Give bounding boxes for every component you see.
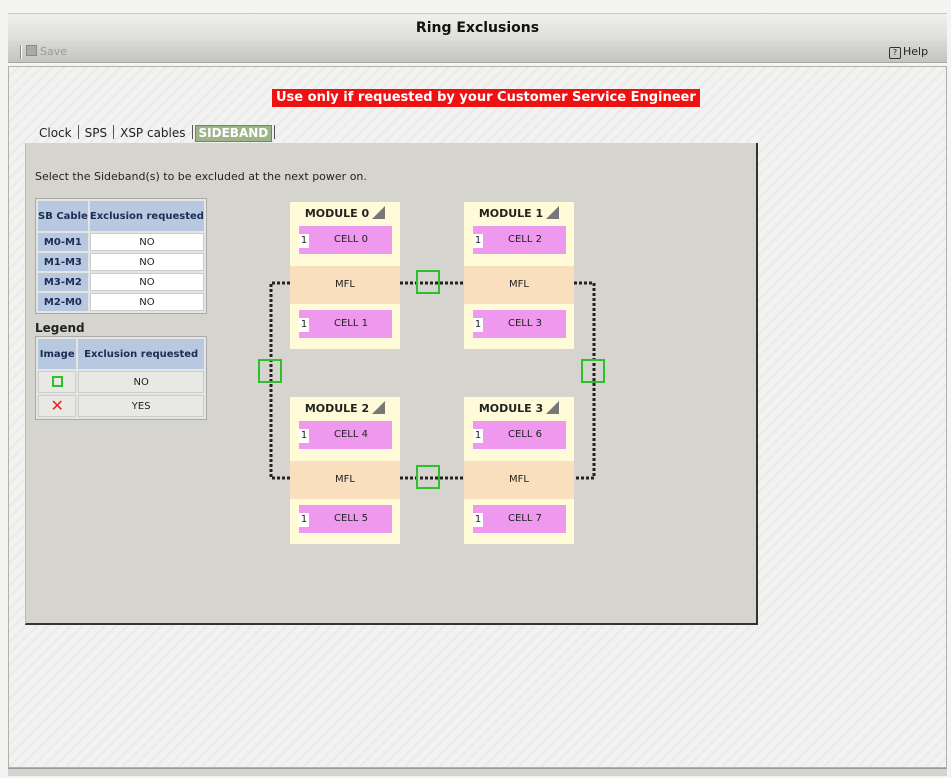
module-3: MODULE 3 1 CELL 6 MFL 1 CELL 7	[464, 397, 574, 544]
table-row: NO	[38, 371, 204, 393]
cell-count: 1	[473, 318, 483, 332]
table-row: ✕ YES	[38, 395, 204, 417]
cell-label: CELL 6	[508, 429, 542, 440]
sb-cable-label: M3-M2	[38, 273, 88, 291]
red-x-icon: ✕	[50, 395, 64, 415]
tab-sps[interactable]: SPS	[81, 124, 111, 142]
toolbar-separator	[20, 45, 22, 59]
mfl-block: MFL	[290, 461, 400, 499]
module-triangle-icon	[372, 206, 386, 219]
cell-2[interactable]: 1 CELL 2	[473, 226, 566, 254]
cell-3[interactable]: 1 CELL 3	[473, 310, 566, 338]
module-header: MODULE 3	[464, 401, 574, 415]
tab-separator	[77, 125, 79, 139]
cell-label: CELL 3	[508, 318, 542, 329]
table-row: M2-M0 NO	[38, 293, 204, 311]
legend-title: Legend	[35, 321, 85, 335]
legend-exclusion-value: NO	[78, 371, 204, 393]
column-header-exclusion: Exclusion requested	[78, 339, 204, 369]
cell-count: 1	[299, 429, 309, 443]
help-label: Help	[903, 45, 929, 58]
tab-bar: Clock SPS XSP cables SIDEBAND	[35, 124, 277, 144]
sideband-toggle-m2-m0[interactable]	[258, 359, 282, 383]
save-button[interactable]: Save	[26, 43, 67, 61]
tab-sideband[interactable]: SIDEBAND	[194, 125, 273, 142]
sb-cable-table: SB Cable Exclusion requested M0-M1 NO M1…	[35, 198, 207, 314]
sb-cable-label: M0-M1	[38, 233, 88, 251]
cell-count: 1	[299, 234, 309, 248]
warning-banner: Use only if requested by your Customer S…	[272, 89, 700, 107]
cell-label: CELL 0	[334, 234, 368, 245]
cell-count: 1	[473, 234, 483, 248]
help-button[interactable]: ? Help	[889, 43, 928, 61]
mfl-block: MFL	[290, 266, 400, 304]
module-1: MODULE 1 1 CELL 2 MFL 1 CELL 3	[464, 202, 574, 349]
sb-cable-label: M2-M0	[38, 293, 88, 311]
help-icon: ?	[889, 47, 901, 59]
table-row: M3-M2 NO	[38, 273, 204, 291]
cell-5[interactable]: 1 CELL 5	[299, 505, 392, 533]
cell-0[interactable]: 1 CELL 0	[299, 226, 392, 254]
save-icon	[26, 45, 37, 56]
exclusion-value[interactable]: NO	[89, 293, 204, 311]
cell-7[interactable]: 1 CELL 7	[473, 505, 566, 533]
status-bar	[8, 768, 947, 776]
green-square-icon	[51, 376, 63, 388]
tab-clock[interactable]: Clock	[35, 124, 76, 142]
exclusion-value[interactable]: NO	[89, 273, 204, 291]
sideband-toggle-m3-m2[interactable]	[416, 465, 440, 489]
tab-xsp-cables[interactable]: XSP cables	[116, 124, 189, 142]
table-row: M0-M1 NO	[38, 233, 204, 251]
module-header: MODULE 1	[464, 206, 574, 220]
module-header: MODULE 2	[290, 401, 400, 415]
tab-separator	[191, 125, 193, 139]
cell-6[interactable]: 1 CELL 6	[473, 421, 566, 449]
cell-count: 1	[473, 513, 483, 527]
sideband-toggle-m0-m1[interactable]	[416, 270, 440, 294]
cell-label: CELL 5	[334, 513, 368, 524]
column-header-exclusion: Exclusion requested	[89, 201, 204, 231]
cell-1[interactable]: 1 CELL 1	[299, 310, 392, 338]
cell-count: 1	[299, 318, 309, 332]
module-header: MODULE 0	[290, 206, 400, 220]
cell-label: CELL 7	[508, 513, 542, 524]
module-triangle-icon	[546, 401, 560, 414]
module-0: MODULE 0 1 CELL 0 MFL 1 CELL 1	[290, 202, 400, 349]
cell-label: CELL 4	[334, 429, 368, 440]
toolbar: Save ? Help	[8, 41, 947, 63]
tab-separator	[274, 125, 276, 139]
mfl-block: MFL	[464, 266, 574, 304]
legend-exclusion-value: YES	[78, 395, 204, 417]
cell-label: CELL 2	[508, 234, 542, 245]
instruction-text: Select the Sideband(s) to be excluded at…	[35, 170, 367, 183]
table-row: M1-M3 NO	[38, 253, 204, 271]
exclusion-value[interactable]: NO	[89, 233, 204, 251]
cell-count: 1	[473, 429, 483, 443]
module-triangle-icon	[546, 206, 560, 219]
sb-cable-label: M1-M3	[38, 253, 88, 271]
module-triangle-icon	[372, 401, 386, 414]
save-label: Save	[40, 45, 68, 58]
tab-separator	[113, 125, 115, 139]
sideband-toggle-m1-m3[interactable]	[581, 359, 605, 383]
column-header-sb-cable: SB Cable	[38, 201, 88, 231]
window-title: Ring Exclusions	[8, 13, 947, 41]
cell-label: CELL 1	[334, 318, 368, 329]
cell-4[interactable]: 1 CELL 4	[299, 421, 392, 449]
exclusion-value[interactable]: NO	[89, 253, 204, 271]
mfl-block: MFL	[464, 461, 574, 499]
column-header-image: Image	[38, 339, 77, 369]
legend-table: Image Exclusion requested NO ✕ YES	[35, 336, 207, 420]
module-2: MODULE 2 1 CELL 4 MFL 1 CELL 5	[290, 397, 400, 544]
cell-count: 1	[299, 513, 309, 527]
